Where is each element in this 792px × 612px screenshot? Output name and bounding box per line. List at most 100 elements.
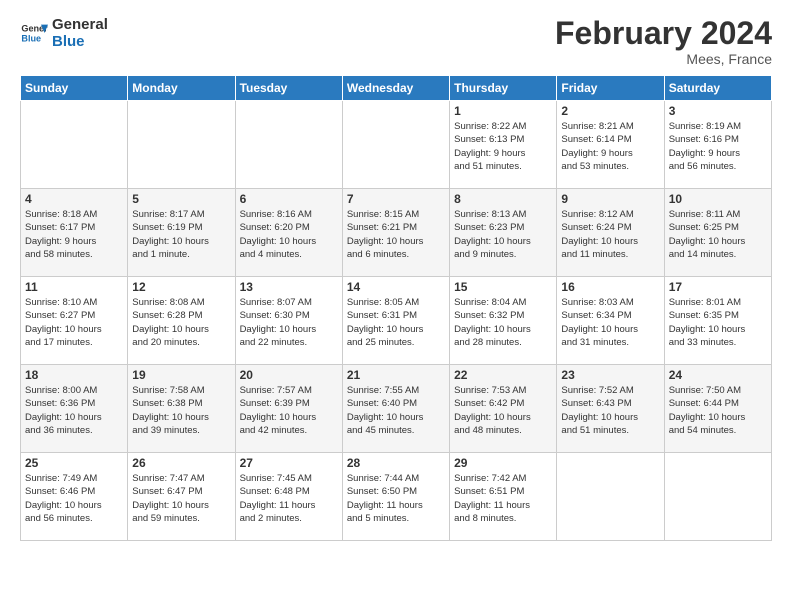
calendar-cell — [557, 453, 664, 541]
day-detail: Sunrise: 8:05 AM Sunset: 6:31 PM Dayligh… — [347, 296, 445, 349]
day-detail: Sunrise: 8:16 AM Sunset: 6:20 PM Dayligh… — [240, 208, 338, 261]
day-number: 28 — [347, 456, 445, 470]
day-detail: Sunrise: 8:08 AM Sunset: 6:28 PM Dayligh… — [132, 296, 230, 349]
calendar-cell — [342, 101, 449, 189]
calendar-cell — [128, 101, 235, 189]
day-detail: Sunrise: 7:53 AM Sunset: 6:42 PM Dayligh… — [454, 384, 552, 437]
calendar-cell: 8Sunrise: 8:13 AM Sunset: 6:23 PM Daylig… — [450, 189, 557, 277]
day-number: 27 — [240, 456, 338, 470]
logo-general-text: General — [52, 16, 108, 33]
day-detail: Sunrise: 8:15 AM Sunset: 6:21 PM Dayligh… — [347, 208, 445, 261]
calendar-cell: 9 Sunrise: 8:12 AM Sunset: 6:24 PM Daylig… — [557, 189, 664, 277]
day-detail: Sunrise: 7:45 AM Sunset: 6:48 PM Dayligh… — [240, 472, 338, 525]
calendar-week-row: 1 Sunrise: 8:22 AM Sunset: 6:13 PM Daylig… — [21, 101, 772, 189]
calendar-cell: 27 Sunrise: 7:45 AM Sunset: 6:48 PM Dayli… — [235, 453, 342, 541]
calendar-cell: 15 Sunrise: 8:04 AM Sunset: 6:32 PM Dayli… — [450, 277, 557, 365]
calendar-cell: 20Sunrise: 7:57 AM Sunset: 6:39 PM Dayli… — [235, 365, 342, 453]
day-detail: Sunrise: 8:17 AM Sunset: 6:19 PM Dayligh… — [132, 208, 230, 261]
calendar-header-row: Sunday Monday Tuesday Wednesday Thursday… — [21, 76, 772, 101]
location: Mees, France — [555, 51, 772, 67]
day-detail: Sunrise: 8:04 AM Sunset: 6:32 PM Dayligh… — [454, 296, 552, 349]
day-detail: Sunrise: 8:01 AM Sunset: 6:35 PM Dayligh… — [669, 296, 767, 349]
day-number: 25 — [25, 456, 123, 470]
day-number: 17 — [669, 280, 767, 294]
day-detail: Sunrise: 8:07 AM Sunset: 6:30 PM Dayligh… — [240, 296, 338, 349]
day-detail: Sunrise: 7:57 AM Sunset: 6:39 PM Dayligh… — [240, 384, 338, 437]
day-number: 10 — [669, 192, 767, 206]
day-number: 26 — [132, 456, 230, 470]
calendar-cell: 12 Sunrise: 8:08 AM Sunset: 6:28 PM Dayli… — [128, 277, 235, 365]
svg-text:Blue: Blue — [21, 33, 41, 43]
day-detail: Sunrise: 7:55 AM Sunset: 6:40 PM Dayligh… — [347, 384, 445, 437]
calendar-week-row: 11 Sunrise: 8:10 AM Sunset: 6:27 PM Dayli… — [21, 277, 772, 365]
calendar-cell: 11 Sunrise: 8:10 AM Sunset: 6:27 PM Dayli… — [21, 277, 128, 365]
day-number: 18 — [25, 368, 123, 382]
day-number: 7 — [347, 192, 445, 206]
day-number: 6 — [240, 192, 338, 206]
calendar-cell: 10 Sunrise: 8:11 AM Sunset: 6:25 PM Dayli… — [664, 189, 771, 277]
calendar-week-row: 25Sunrise: 7:49 AM Sunset: 6:46 PM Dayli… — [21, 453, 772, 541]
day-detail: Sunrise: 7:58 AM Sunset: 6:38 PM Dayligh… — [132, 384, 230, 437]
day-detail: Sunrise: 8:03 AM Sunset: 6:34 PM Dayligh… — [561, 296, 659, 349]
day-detail: Sunrise: 7:44 AM Sunset: 6:50 PM Dayligh… — [347, 472, 445, 525]
calendar-cell: 24 Sunrise: 7:50 AM Sunset: 6:44 PM Dayli… — [664, 365, 771, 453]
calendar-week-row: 4 Sunrise: 8:18 AM Sunset: 6:17 PM Daylig… — [21, 189, 772, 277]
calendar-cell: 17 Sunrise: 8:01 AM Sunset: 6:35 PM Dayli… — [664, 277, 771, 365]
day-detail: Sunrise: 7:42 AM Sunset: 6:51 PM Dayligh… — [454, 472, 552, 525]
day-number: 29 — [454, 456, 552, 470]
day-detail: Sunrise: 8:19 AM Sunset: 6:16 PM Dayligh… — [669, 120, 767, 173]
day-number: 21 — [347, 368, 445, 382]
day-detail: Sunrise: 8:11 AM Sunset: 6:25 PM Dayligh… — [669, 208, 767, 261]
calendar-cell — [21, 101, 128, 189]
day-number: 12 — [132, 280, 230, 294]
calendar-table: Sunday Monday Tuesday Wednesday Thursday… — [20, 75, 772, 541]
calendar-cell: 25Sunrise: 7:49 AM Sunset: 6:46 PM Dayli… — [21, 453, 128, 541]
day-detail: Sunrise: 8:18 AM Sunset: 6:17 PM Dayligh… — [25, 208, 123, 261]
day-number: 15 — [454, 280, 552, 294]
calendar-cell: 28 Sunrise: 7:44 AM Sunset: 6:50 PM Dayli… — [342, 453, 449, 541]
calendar-cell — [235, 101, 342, 189]
calendar-cell: 3 Sunrise: 8:19 AM Sunset: 6:16 PM Daylig… — [664, 101, 771, 189]
day-number: 24 — [669, 368, 767, 382]
col-tuesday: Tuesday — [235, 76, 342, 101]
calendar-cell: 18 Sunrise: 8:00 AM Sunset: 6:36 PM Dayli… — [21, 365, 128, 453]
day-detail: Sunrise: 7:50 AM Sunset: 6:44 PM Dayligh… — [669, 384, 767, 437]
month-title: February 2024 — [555, 16, 772, 51]
day-number: 1 — [454, 104, 552, 118]
day-detail: Sunrise: 8:10 AM Sunset: 6:27 PM Dayligh… — [25, 296, 123, 349]
calendar-cell: 4 Sunrise: 8:18 AM Sunset: 6:17 PM Daylig… — [21, 189, 128, 277]
day-number: 3 — [669, 104, 767, 118]
calendar-cell: 6 Sunrise: 8:16 AM Sunset: 6:20 PM Daylig… — [235, 189, 342, 277]
col-thursday: Thursday — [450, 76, 557, 101]
day-number: 13 — [240, 280, 338, 294]
day-number: 8 — [454, 192, 552, 206]
calendar-cell: 21 Sunrise: 7:55 AM Sunset: 6:40 PM Dayli… — [342, 365, 449, 453]
logo-blue-text: Blue — [52, 33, 108, 50]
calendar-week-row: 18 Sunrise: 8:00 AM Sunset: 6:36 PM Dayli… — [21, 365, 772, 453]
calendar-cell: 1 Sunrise: 8:22 AM Sunset: 6:13 PM Daylig… — [450, 101, 557, 189]
calendar-cell: 14Sunrise: 8:05 AM Sunset: 6:31 PM Dayli… — [342, 277, 449, 365]
day-number: 9 — [561, 192, 659, 206]
col-monday: Monday — [128, 76, 235, 101]
day-detail: Sunrise: 7:52 AM Sunset: 6:43 PM Dayligh… — [561, 384, 659, 437]
day-number: 22 — [454, 368, 552, 382]
calendar-cell: 19 Sunrise: 7:58 AM Sunset: 6:38 PM Dayli… — [128, 365, 235, 453]
day-detail: Sunrise: 8:00 AM Sunset: 6:36 PM Dayligh… — [25, 384, 123, 437]
calendar-cell — [664, 453, 771, 541]
day-number: 19 — [132, 368, 230, 382]
day-detail: Sunrise: 7:47 AM Sunset: 6:47 PM Dayligh… — [132, 472, 230, 525]
calendar-cell: 13 Sunrise: 8:07 AM Sunset: 6:30 PM Dayli… — [235, 277, 342, 365]
day-number: 5 — [132, 192, 230, 206]
calendar-cell: 7 Sunrise: 8:15 AM Sunset: 6:21 PM Daylig… — [342, 189, 449, 277]
day-detail: Sunrise: 8:21 AM Sunset: 6:14 PM Dayligh… — [561, 120, 659, 173]
page-header: General Blue General Blue February 2024 … — [20, 16, 772, 67]
day-detail: Sunrise: 8:22 AM Sunset: 6:13 PM Dayligh… — [454, 120, 552, 173]
col-friday: Friday — [557, 76, 664, 101]
day-number: 11 — [25, 280, 123, 294]
calendar-cell: 22 Sunrise: 7:53 AM Sunset: 6:42 PM Dayli… — [450, 365, 557, 453]
logo: General Blue General Blue — [20, 16, 108, 50]
day-number: 2 — [561, 104, 659, 118]
day-detail: Sunrise: 8:12 AM Sunset: 6:24 PM Dayligh… — [561, 208, 659, 261]
day-number: 4 — [25, 192, 123, 206]
title-block: February 2024 Mees, France — [555, 16, 772, 67]
